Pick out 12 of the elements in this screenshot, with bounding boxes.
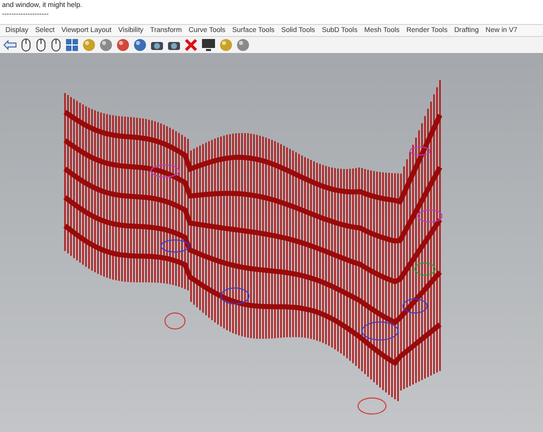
sphere-icon[interactable] [236, 38, 250, 52]
sphere-icon[interactable] [133, 38, 147, 52]
viewport[interactable] [0, 53, 543, 432]
monitor-icon[interactable] [201, 38, 216, 52]
mouse-icon[interactable] [20, 38, 32, 52]
mouse-icon[interactable] [50, 38, 62, 52]
delete-icon[interactable] [184, 38, 198, 52]
mouse-icon[interactable] [35, 38, 47, 52]
sphere-icon[interactable] [99, 38, 113, 52]
viewports-icon[interactable] [65, 38, 79, 52]
sphere-icon[interactable] [116, 38, 130, 52]
pan-icon[interactable] [3, 39, 17, 51]
